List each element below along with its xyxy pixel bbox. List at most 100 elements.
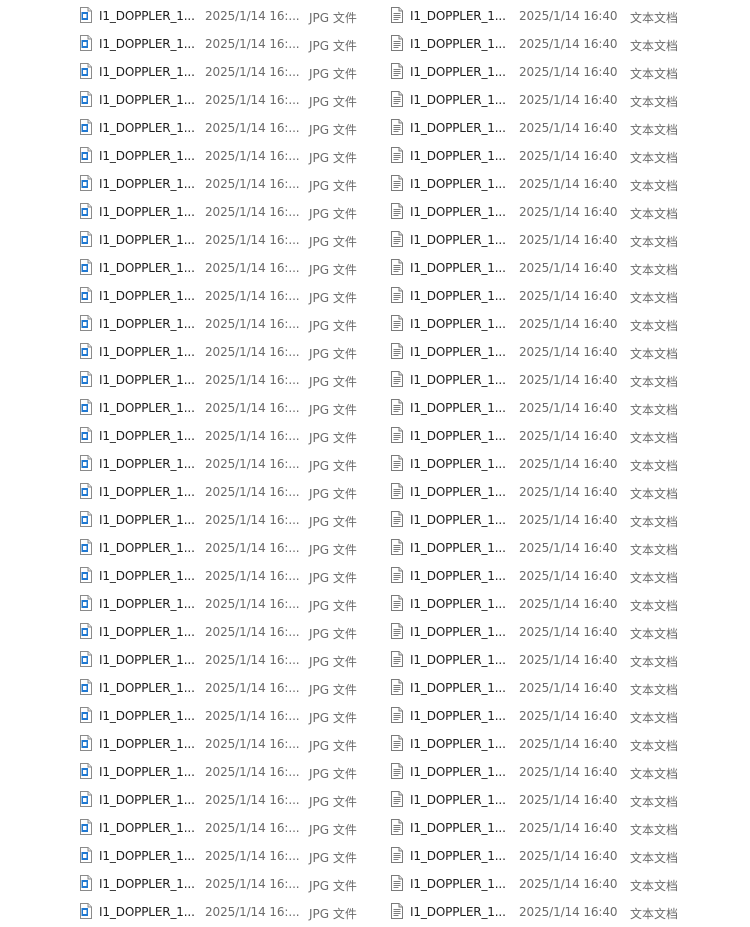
file-row[interactable]: I1_DOPPLER_1... 2025/1/14 16:... JPG 文件 xyxy=(80,590,380,618)
file-row[interactable]: I1_DOPPLER_1... 2025/1/14 16:... JPG 文件 xyxy=(80,646,380,674)
modified-date: 2025/1/14 16:... xyxy=(205,345,300,359)
file-row[interactable]: I1_DOPPLER_1... 2025/1/14 16:40 文本文档 xyxy=(390,422,690,450)
file-row[interactable]: I1_DOPPLER_1... 2025/1/14 16:... JPG 文件 xyxy=(80,842,380,870)
file-row[interactable]: I1_DOPPLER_1... 2025/1/14 16:... JPG 文件 xyxy=(80,142,380,170)
file-row[interactable]: I1_DOPPLER_1... 2025/1/14 16:... JPG 文件 xyxy=(80,758,380,786)
file-row[interactable]: I1_DOPPLER_1... 2025/1/14 16:40 文本文档 xyxy=(390,366,690,394)
file-row[interactable]: I1_DOPPLER_1... 2025/1/14 16:40 文本文档 xyxy=(390,86,690,114)
file-row[interactable]: I1_DOPPLER_1... 2025/1/14 16:... JPG 文件 xyxy=(80,786,380,814)
file-row[interactable]: I1_DOPPLER_1... 2025/1/14 16:40 文本文档 xyxy=(390,282,690,310)
file-row[interactable]: I1_DOPPLER_1... 2025/1/14 16:... JPG 文件 xyxy=(80,730,380,758)
file-type: JPG 文件 xyxy=(309,319,357,333)
file-row[interactable]: I1_DOPPLER_1... 2025/1/14 16:... JPG 文件 xyxy=(80,198,380,226)
file-row[interactable]: I1_DOPPLER_1... 2025/1/14 16:... JPG 文件 xyxy=(80,58,380,86)
text-document-icon xyxy=(391,623,403,639)
file-type: JPG 文件 xyxy=(309,711,357,725)
file-row[interactable]: I1_DOPPLER_1... 2025/1/14 16:40 文本文档 xyxy=(390,814,690,842)
modified-date: 2025/1/14 16:40 xyxy=(519,541,618,555)
file-row[interactable]: I1_DOPPLER_1... 2025/1/14 16:... JPG 文件 xyxy=(80,534,380,562)
file-row[interactable]: I1_DOPPLER_1... 2025/1/14 16:... JPG 文件 xyxy=(80,422,380,450)
file-type: JPG 文件 xyxy=(309,823,357,837)
file-name: I1_DOPPLER_1... xyxy=(410,905,506,919)
file-row[interactable]: I1_DOPPLER_1... 2025/1/14 16:40 文本文档 xyxy=(390,450,690,478)
file-name: I1_DOPPLER_1... xyxy=(99,625,195,639)
file-row[interactable]: I1_DOPPLER_1... 2025/1/14 16:40 文本文档 xyxy=(390,730,690,758)
file-row[interactable]: I1_DOPPLER_1... 2025/1/14 16:40 文本文档 xyxy=(390,702,690,730)
file-row[interactable]: I1_DOPPLER_1... 2025/1/14 16:... JPG 文件 xyxy=(80,282,380,310)
file-name: I1_DOPPLER_1... xyxy=(99,877,195,891)
file-row[interactable]: I1_DOPPLER_1... 2025/1/14 16:... JPG 文件 xyxy=(80,254,380,282)
file-row[interactable]: I1_DOPPLER_1... 2025/1/14 16:... JPG 文件 xyxy=(80,394,380,422)
jpg-file-icon xyxy=(80,791,92,807)
file-row[interactable]: I1_DOPPLER_1... 2025/1/14 16:... JPG 文件 xyxy=(80,114,380,142)
file-row[interactable]: I1_DOPPLER_1... 2025/1/14 16:40 文本文档 xyxy=(390,758,690,786)
file-row[interactable]: I1_DOPPLER_1... 2025/1/14 16:40 文本文档 xyxy=(390,646,690,674)
file-row[interactable]: I1_DOPPLER_1... 2025/1/14 16:40 文本文档 xyxy=(390,254,690,282)
jpg-file-icon xyxy=(80,707,92,723)
file-row[interactable]: I1_DOPPLER_1... 2025/1/14 16:40 文本文档 xyxy=(390,534,690,562)
file-row[interactable]: I1_DOPPLER_1... 2025/1/14 16:40 文本文档 xyxy=(390,198,690,226)
file-row[interactable]: I1_DOPPLER_1... 2025/1/14 16:... JPG 文件 xyxy=(80,310,380,338)
file-row[interactable]: I1_DOPPLER_1... 2025/1/14 16:... JPG 文件 xyxy=(80,450,380,478)
text-document-icon xyxy=(391,203,403,219)
modified-date: 2025/1/14 16:... xyxy=(205,429,300,443)
file-row[interactable]: I1_DOPPLER_1... 2025/1/14 16:40 文本文档 xyxy=(390,30,690,58)
file-row[interactable]: I1_DOPPLER_1... 2025/1/14 16:... JPG 文件 xyxy=(80,30,380,58)
file-name: I1_DOPPLER_1... xyxy=(99,149,195,163)
file-row[interactable]: I1_DOPPLER_1... 2025/1/14 16:40 文本文档 xyxy=(390,898,690,926)
file-name: I1_DOPPLER_1... xyxy=(410,457,506,471)
file-row[interactable]: I1_DOPPLER_1... 2025/1/14 16:40 文本文档 xyxy=(390,618,690,646)
modified-date: 2025/1/14 16:... xyxy=(205,233,300,247)
file-row[interactable]: I1_DOPPLER_1... 2025/1/14 16:40 文本文档 xyxy=(390,2,690,30)
file-row[interactable]: I1_DOPPLER_1... 2025/1/14 16:40 文本文档 xyxy=(390,310,690,338)
file-type: 文本文档 xyxy=(630,123,679,137)
file-row[interactable]: I1_DOPPLER_1... 2025/1/14 16:40 文本文档 xyxy=(390,142,690,170)
file-row[interactable]: I1_DOPPLER_1... 2025/1/14 16:... JPG 文件 xyxy=(80,562,380,590)
file-row[interactable]: I1_DOPPLER_1... 2025/1/14 16:40 文本文档 xyxy=(390,58,690,86)
file-row[interactable]: I1_DOPPLER_1... 2025/1/14 16:40 文本文档 xyxy=(390,674,690,702)
file-row[interactable]: I1_DOPPLER_1... 2025/1/14 16:... JPG 文件 xyxy=(80,226,380,254)
text-document-icon xyxy=(391,399,403,415)
file-name: I1_DOPPLER_1... xyxy=(99,849,195,863)
file-type: 文本文档 xyxy=(630,823,679,837)
modified-date: 2025/1/14 16:40 xyxy=(519,37,618,51)
file-row[interactable]: I1_DOPPLER_1... 2025/1/14 16:... JPG 文件 xyxy=(80,814,380,842)
file-row[interactable]: I1_DOPPLER_1... 2025/1/14 16:40 文本文档 xyxy=(390,506,690,534)
text-document-icon xyxy=(391,175,403,191)
modified-date: 2025/1/14 16:... xyxy=(205,849,300,863)
file-row[interactable]: I1_DOPPLER_1... 2025/1/14 16:... JPG 文件 xyxy=(80,898,380,926)
modified-date: 2025/1/14 16:... xyxy=(205,737,300,751)
file-row[interactable]: I1_DOPPLER_1... 2025/1/14 16:40 文本文档 xyxy=(390,562,690,590)
file-row[interactable]: I1_DOPPLER_1... 2025/1/14 16:... JPG 文件 xyxy=(80,506,380,534)
modified-date: 2025/1/14 16:40 xyxy=(519,569,618,583)
jpg-file-icon xyxy=(80,511,92,527)
file-row[interactable]: I1_DOPPLER_1... 2025/1/14 16:... JPG 文件 xyxy=(80,674,380,702)
file-row[interactable]: I1_DOPPLER_1... 2025/1/14 16:... JPG 文件 xyxy=(80,338,380,366)
text-document-icon xyxy=(391,63,403,79)
file-row[interactable]: I1_DOPPLER_1... 2025/1/14 16:40 文本文档 xyxy=(390,114,690,142)
file-row[interactable]: I1_DOPPLER_1... 2025/1/14 16:40 文本文档 xyxy=(390,338,690,366)
file-row[interactable]: I1_DOPPLER_1... 2025/1/14 16:40 文本文档 xyxy=(390,394,690,422)
file-row[interactable]: I1_DOPPLER_1... 2025/1/14 16:... JPG 文件 xyxy=(80,618,380,646)
text-document-icon xyxy=(391,791,403,807)
file-row[interactable]: I1_DOPPLER_1... 2025/1/14 16:40 文本文档 xyxy=(390,226,690,254)
file-row[interactable]: I1_DOPPLER_1... 2025/1/14 16:40 文本文档 xyxy=(390,842,690,870)
file-row[interactable]: I1_DOPPLER_1... 2025/1/14 16:... JPG 文件 xyxy=(80,366,380,394)
file-type: JPG 文件 xyxy=(309,543,357,557)
file-type: 文本文档 xyxy=(630,739,679,753)
file-row[interactable]: I1_DOPPLER_1... 2025/1/14 16:40 文本文档 xyxy=(390,170,690,198)
file-row[interactable]: I1_DOPPLER_1... 2025/1/14 16:... JPG 文件 xyxy=(80,2,380,30)
file-name: I1_DOPPLER_1... xyxy=(410,37,506,51)
file-row[interactable]: I1_DOPPLER_1... 2025/1/14 16:... JPG 文件 xyxy=(80,170,380,198)
file-row[interactable]: I1_DOPPLER_1... 2025/1/14 16:40 文本文档 xyxy=(390,870,690,898)
file-row[interactable]: I1_DOPPLER_1... 2025/1/14 16:... JPG 文件 xyxy=(80,86,380,114)
file-row[interactable]: I1_DOPPLER_1... 2025/1/14 16:40 文本文档 xyxy=(390,590,690,618)
file-row[interactable]: I1_DOPPLER_1... 2025/1/14 16:... JPG 文件 xyxy=(80,478,380,506)
modified-date: 2025/1/14 16:40 xyxy=(519,765,618,779)
file-name: I1_DOPPLER_1... xyxy=(410,429,506,443)
file-row[interactable]: I1_DOPPLER_1... 2025/1/14 16:... JPG 文件 xyxy=(80,702,380,730)
file-row[interactable]: I1_DOPPLER_1... 2025/1/14 16:40 文本文档 xyxy=(390,786,690,814)
file-row[interactable]: I1_DOPPLER_1... 2025/1/14 16:... JPG 文件 xyxy=(80,870,380,898)
file-type: 文本文档 xyxy=(630,487,679,501)
file-row[interactable]: I1_DOPPLER_1... 2025/1/14 16:40 文本文档 xyxy=(390,478,690,506)
